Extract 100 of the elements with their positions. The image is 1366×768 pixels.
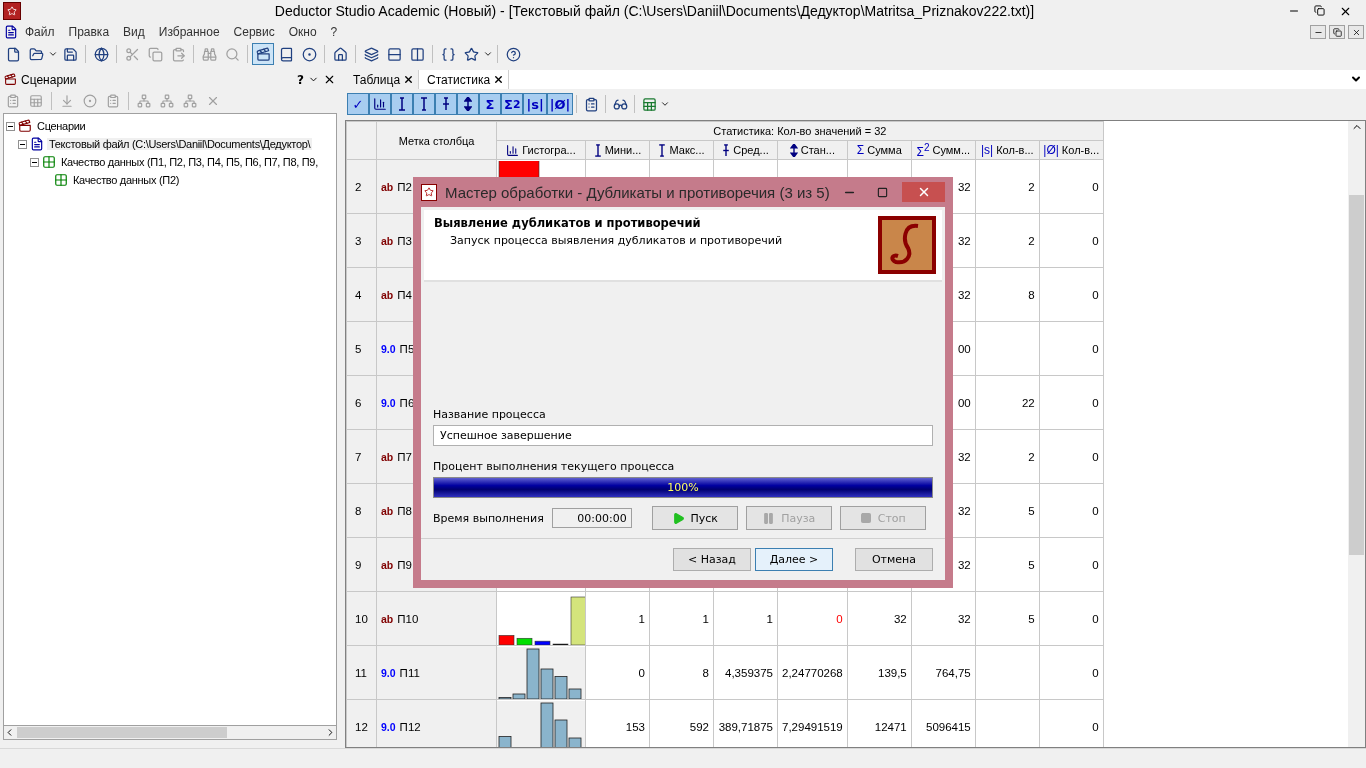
type-tag: 9.0 [381, 720, 396, 733]
type-tag: ab [381, 234, 394, 247]
group-header: Статистика: Кол-во значений = 32 [496, 121, 1104, 141]
type-tag: 9.0 [381, 342, 396, 355]
type-tag: ab [381, 450, 394, 463]
table-cell: 4,359375 [725, 666, 773, 679]
stat-toggle[interactable] [435, 93, 457, 115]
column-header[interactable]: Сумм... [932, 144, 971, 156]
wizard-button[interactable]: Далее > [755, 548, 833, 571]
help-link[interactable]: ? [297, 72, 304, 87]
close-icon[interactable] [1348, 25, 1364, 39]
maximum-icon [658, 143, 667, 157]
menu-item[interactable]: ? [323, 25, 345, 39]
menu-item[interactable]: Сервис [226, 25, 282, 39]
table-cell: 32 [957, 612, 971, 625]
table-cell: 0 [1092, 720, 1099, 733]
scenario-icon [4, 73, 17, 86]
maximum-icon [420, 97, 428, 111]
table-cell: 5 [1028, 558, 1035, 571]
table-cell: 12471 [874, 720, 907, 733]
menu-item[interactable]: Правка [61, 25, 117, 39]
progress-text: 100% [667, 481, 699, 494]
column-header[interactable]: Сумма [867, 144, 902, 156]
row-number: 11 [346, 645, 377, 700]
menu-item[interactable]: Окно [281, 25, 324, 39]
close-icon [493, 74, 505, 85]
play-icon [671, 511, 685, 525]
stop-icon [859, 512, 872, 524]
wizard-button[interactable]: Отмена [855, 548, 933, 571]
row-number: 7 [346, 429, 377, 484]
quality-grid-icon [42, 155, 56, 169]
minimize-icon[interactable] [1310, 25, 1326, 39]
column-header[interactable]: Кол-в... [996, 144, 1034, 156]
row-label: П12 [399, 720, 421, 733]
table-cell: 32 [957, 180, 971, 193]
row-number: 3 [346, 213, 377, 268]
table-cell: 1 [702, 612, 709, 625]
table-cell: 2 [1028, 450, 1035, 463]
field-label: Название процесса [433, 408, 547, 421]
row-label: П7 [397, 450, 412, 463]
expand-toggle[interactable] [6, 121, 15, 131]
table-cell: 0 [836, 612, 843, 625]
menu-item[interactable]: Вид [116, 25, 152, 39]
table-cell: 32 [957, 504, 971, 517]
stat-toggle[interactable]: Σ [479, 93, 501, 115]
menu-item[interactable]: Файл [18, 25, 62, 39]
table-cell: 0 [638, 666, 645, 679]
table-cell: 139,5 [878, 666, 907, 679]
scrollbar-thumb[interactable] [17, 727, 227, 738]
row-number: 4 [346, 267, 377, 322]
table-cell: 2,24770268 [782, 666, 843, 679]
stat-toggle[interactable] [391, 93, 413, 115]
tree-item[interactable]: Качество данных (П2) [71, 174, 182, 186]
row-number: 5 [346, 321, 377, 376]
table-cell: 0 [1092, 180, 1099, 193]
table-cell: 32 [957, 234, 971, 247]
stat-toggle[interactable] [457, 93, 479, 115]
stat-toggle[interactable]: |Ø| [546, 93, 574, 115]
row-label: П10 [397, 612, 419, 625]
time-field: 00:00:00 [551, 508, 632, 528]
wizard-subheading: Запуск процесса выявления дубликатов и противоречий [449, 234, 784, 247]
table-cell: 32 [957, 558, 971, 571]
window-title: Deductor Studio Academic (Новый) - [Текстовый файл (C:\Users\Daniil\Documents\Дедуктор\Matritsa_Priznakov222.txt)] [273, 3, 1036, 19]
stat-toggle[interactable] [369, 93, 391, 115]
row-label: П11 [399, 666, 420, 679]
dialog-title: Мастер обработки - Дубликаты и противоречия (3 из 5) [444, 183, 830, 201]
column-header[interactable]: Кол-в... [1061, 144, 1100, 156]
stat-toggle[interactable]: ✓ [347, 93, 369, 115]
table-cell: 0 [1092, 342, 1099, 355]
table-cell: 32 [893, 612, 907, 625]
histogram-icon [506, 143, 520, 157]
tab[interactable]: Таблица [345, 70, 420, 89]
wizard-button[interactable]: < Назад [673, 548, 751, 571]
table-cell: 32 [957, 288, 971, 301]
stat-toggle[interactable] [413, 93, 435, 115]
table-cell: 7,29491519 [782, 720, 843, 733]
column-header[interactable]: Метка столбца [376, 121, 497, 160]
action-button[interactable]: Пуск [651, 506, 738, 530]
table-cell: 00 [957, 396, 971, 409]
type-tag: ab [381, 558, 394, 571]
table-cell: 22 [1021, 396, 1035, 409]
scenario-icon[interactable] [252, 43, 274, 65]
mean-icon [442, 97, 450, 111]
row-label: П2 [397, 180, 412, 193]
table-cell: 2 [1028, 234, 1035, 247]
table-cell: 0 [1092, 396, 1099, 409]
table-cell: 2 [1028, 180, 1035, 193]
tree-item[interactable]: Текстовый файл (C:\Users\Daniil\Documents\Дедуктор\ [47, 138, 313, 150]
row-number: 6 [346, 375, 377, 430]
expand-toggle[interactable] [30, 157, 39, 167]
restore-icon[interactable] [1329, 25, 1345, 39]
menu-item[interactable]: Избранное [151, 25, 227, 39]
type-tag: ab [381, 288, 394, 301]
tree-item[interactable]: Качество данных (П1, П2, П3, П4, П5, П6, П7, П8, П9, [59, 156, 320, 168]
stat-toggle[interactable]: |s| [523, 93, 547, 115]
expand-toggle[interactable] [18, 139, 27, 149]
scrollbar-thumb[interactable] [1349, 195, 1364, 555]
process-name-field[interactable]: Успешное завершение [433, 425, 933, 446]
document-icon [4, 25, 18, 39]
tree-item[interactable]: Сценарии [35, 120, 88, 132]
